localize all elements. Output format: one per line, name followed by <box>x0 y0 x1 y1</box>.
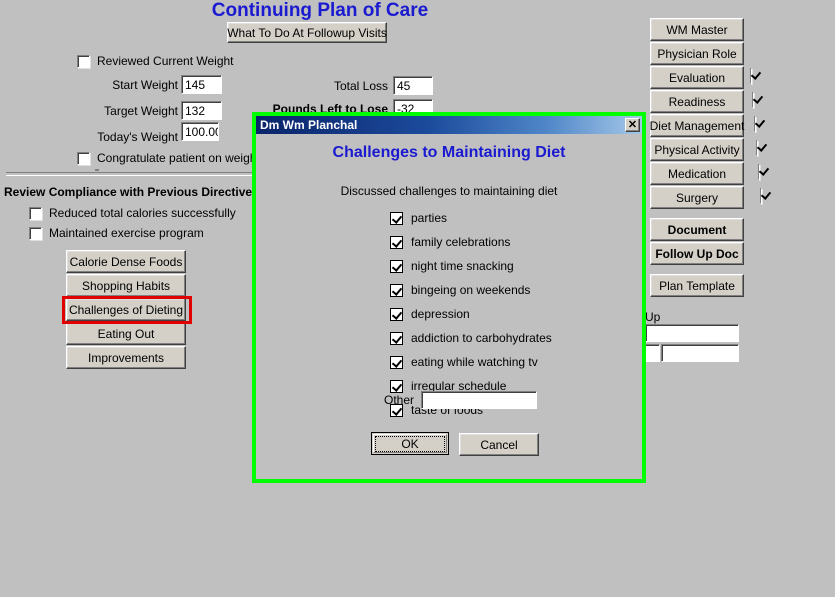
other-label: Other <box>384 393 415 407</box>
total-loss-input[interactable]: 45 <box>393 76 433 95</box>
reduced-calories-checkbox[interactable] <box>29 206 42 220</box>
start-weight-input[interactable]: 145 <box>181 75 222 94</box>
sidebar-checkbox-medication[interactable] <box>758 164 760 180</box>
close-icon[interactable]: ✕ <box>625 118 640 132</box>
reviewed-current-weight-label: Reviewed Current Weight <box>97 54 234 68</box>
target-weight-label: Target Weight <box>104 104 178 118</box>
other-input[interactable] <box>421 391 538 409</box>
eating-out-button[interactable]: Eating Out <box>66 322 186 345</box>
sidebar-checkbox-evaluation[interactable] <box>750 68 752 84</box>
dialog-heading: Challenges to Maintaining Diet <box>332 144 566 161</box>
other-row: Other <box>384 391 538 409</box>
sidebar-checkbox-physical-activity[interactable] <box>756 140 758 156</box>
dialog-body: Dm Wm Planchal ✕ Challenges to Maintaini… <box>256 116 642 479</box>
followup-group-label: Up <box>645 310 661 324</box>
challenges-of-dieting-button[interactable]: Challenges of Dieting <box>66 298 186 321</box>
section-divider <box>6 172 258 176</box>
sidebar-button-physical-activity[interactable]: Physical Activity <box>650 138 744 161</box>
challenges-dialog: Dm Wm Planchal ✕ Challenges to Maintaini… <box>252 112 646 483</box>
maintained-exercise-checkbox[interactable] <box>29 226 42 240</box>
improvements-button[interactable]: Improvements <box>66 346 186 369</box>
sidebar-checkbox-surgery[interactable] <box>760 188 762 204</box>
follow-up-doc-button[interactable]: Follow Up Doc <box>650 242 744 265</box>
dialog-item-night-time-snacking[interactable]: night time snacking <box>390 259 514 273</box>
label-family-celebrations: family celebrations <box>411 235 511 249</box>
reviewed-current-weight-checkbox[interactable] <box>77 54 90 68</box>
label-parties: parties <box>411 211 448 225</box>
sidebar-button-evaluation[interactable]: Evaluation <box>650 66 744 89</box>
ok-button-bevel: OK <box>373 434 447 453</box>
cancel-button[interactable]: Cancel <box>459 433 539 456</box>
sidebar-button-readiness[interactable]: Readiness <box>650 90 744 113</box>
label-bingeing-on-weekends: bingeing on weekends <box>411 283 531 297</box>
followup-field-1[interactable] <box>645 324 739 342</box>
sidebar-checkbox-readiness[interactable] <box>752 92 754 108</box>
reduced-calories-label: Reduced total calories successfully <box>49 206 236 220</box>
dialog-subtitle: Discussed challenges to maintaining diet <box>340 184 558 198</box>
label-night-time-snacking: night time snacking <box>411 259 514 273</box>
calorie-dense-foods-button[interactable]: Calorie Dense Foods <box>66 250 186 273</box>
dialog-item-addiction-to-carbohydrates[interactable]: addiction to carbohydrates <box>390 331 552 345</box>
followup-field-2[interactable] <box>661 344 739 362</box>
sidebar-button-surgery[interactable]: Surgery <box>650 186 744 209</box>
todays-weight-label: Today's Weight <box>97 130 178 144</box>
checkbox-night-time-snacking[interactable] <box>390 259 403 273</box>
sidebar-button-physician-role[interactable]: Physician Role <box>650 42 744 65</box>
page-title: Continuing Plan of Care <box>211 0 429 21</box>
target-weight-input[interactable]: 132 <box>181 101 222 120</box>
review-compliance-heading: Review Compliance with Previous Directiv… <box>4 185 259 199</box>
ok-button-label: OK <box>375 435 445 452</box>
reduced-calories-row[interactable]: Reduced total calories successfully <box>29 206 236 220</box>
sidebar-checkbox-diet-management[interactable] <box>754 116 756 132</box>
maintained-exercise-row[interactable]: Maintained exercise program <box>29 226 204 240</box>
congratulate-patient-label: Congratulate patient on weight lo <box>97 151 273 165</box>
divider-tick <box>95 169 99 171</box>
dialog-item-family-celebrations[interactable]: family celebrations <box>390 235 510 249</box>
reviewed-current-weight-row[interactable]: Reviewed Current Weight <box>77 54 234 68</box>
dialog-item-bingeing-on-weekends[interactable]: bingeing on weekends <box>390 283 530 297</box>
total-loss-label: Total Loss <box>333 79 388 93</box>
dialog-titlebar[interactable]: Dm Wm Planchal ✕ <box>256 116 642 134</box>
checkbox-family-celebrations[interactable] <box>390 235 403 249</box>
start-weight-label: Start Weight <box>112 78 178 92</box>
dialog-item-parties[interactable]: parties <box>390 211 447 225</box>
todays-weight-input[interactable]: 100.00 <box>181 122 219 141</box>
what-to-do-at-followup-visits-button[interactable]: What To Do At Followup Visits <box>227 22 387 43</box>
sidebar-button-medication[interactable]: Medication <box>650 162 744 185</box>
dialog-item-eating-while-watching-tv[interactable]: eating while watching tv <box>390 355 538 369</box>
document-button[interactable]: Document <box>650 218 744 241</box>
checkbox-addiction-to-carbohydrates[interactable] <box>390 331 403 345</box>
checkbox-eating-while-watching-tv[interactable] <box>390 355 403 369</box>
checkbox-depression[interactable] <box>390 307 403 321</box>
sidebar-button-wm-master[interactable]: WM Master <box>650 18 744 41</box>
label-depression: depression <box>411 307 470 321</box>
checkbox-bingeing-on-weekends[interactable] <box>390 283 403 297</box>
maintained-exercise-label: Maintained exercise program <box>49 226 204 240</box>
dialog-item-depression[interactable]: depression <box>390 307 470 321</box>
sidebar-button-diet-management[interactable]: Diet Management <box>650 114 744 137</box>
plan-template-button[interactable]: Plan Template <box>650 274 744 297</box>
shopping-habits-button[interactable]: Shopping Habits <box>66 274 186 297</box>
congratulate-patient-checkbox[interactable] <box>77 151 90 165</box>
ok-button[interactable]: OK <box>371 432 449 455</box>
dialog-title-text: Dm Wm Planchal <box>260 118 358 132</box>
checkbox-parties[interactable] <box>390 211 403 225</box>
label-addiction-to-carbohydrates: addiction to carbohydrates <box>411 331 552 345</box>
congratulate-patient-row[interactable]: Congratulate patient on weight lo <box>77 151 272 165</box>
label-eating-while-watching-tv: eating while watching tv <box>411 355 538 369</box>
